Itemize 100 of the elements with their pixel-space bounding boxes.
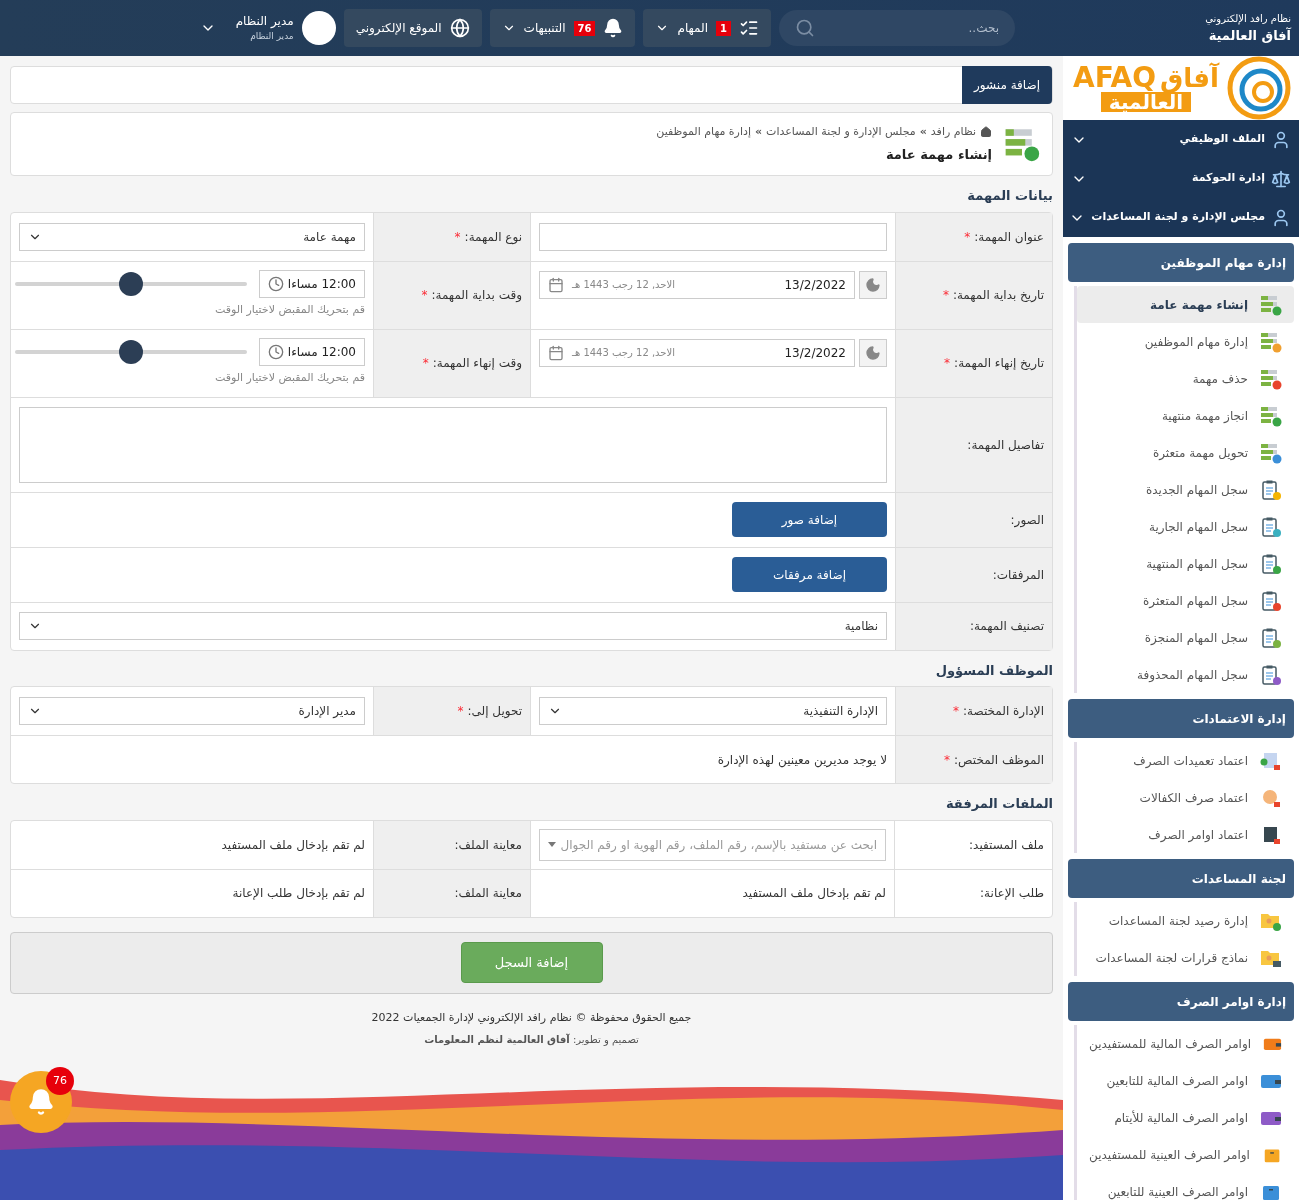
search-icon [795,18,815,38]
info-text: لم تقم بإدخال ملف المستفيد [742,885,886,902]
task-list-icon [1260,441,1282,464]
field-label: تحويل إلى: * [457,703,522,720]
breadcrumb-separator: » [754,124,763,140]
menu-item[interactable]: سجل المهام المنجزة [1077,619,1294,656]
menu-item[interactable]: اوامر الصرف العينية للمستفيدين [1077,1136,1294,1173]
clock-icon [268,343,284,360]
menu-group-header[interactable]: إدارة الاعتمادات [1068,699,1294,738]
bell-icon [603,18,624,38]
breadcrumb-link[interactable]: إدارة مهام الموظفين [656,124,751,141]
field-label: الصور: [1010,511,1044,529]
clipboard-icon [1260,663,1282,686]
moon-icon [865,344,881,361]
user-avatar[interactable] [301,11,336,45]
select-field[interactable]: الإدارة التنفيذية [539,697,887,725]
time-slider[interactable] [15,270,247,297]
menu-item[interactable]: اعتماد اوامر الصرف [1077,816,1294,853]
section-title: الموظف المسؤول [934,661,1053,680]
menu-group-header[interactable]: لجنة المساعدات [1068,859,1294,898]
calendar-icon [548,344,564,361]
home-icon [980,126,992,139]
menu-item[interactable]: اوامر الصرف المالية للتابعين [1077,1062,1294,1099]
field-label: معاينة الملف: [454,885,522,902]
hijri-toggle-button[interactable] [859,270,887,299]
select-field[interactable]: نظامية [19,612,887,640]
globe-icon [449,18,470,38]
menu-item[interactable]: تحويل مهمة متعثرة [1077,434,1294,471]
brand-subtitle: نظام رافد الإلكتروني [1205,11,1291,26]
field-label: تصنيف المهمة: [969,618,1044,635]
clock-icon [268,275,284,292]
time-field[interactable]: 12:00 مساءا [259,337,365,366]
logo-icon [1227,56,1291,120]
breadcrumb-separator: » [919,124,927,140]
task-list-icon [1004,126,1040,162]
clipboard-icon [1260,478,1282,501]
credit-text: تصميم و تطوير: آفاق العالمية لنظم المعلومات [424,1032,639,1047]
menu-item[interactable]: سجل المهام المنتهية [1077,545,1294,582]
menu-item[interactable]: إدارة رصيد لجنة المساعدات [1077,902,1294,939]
page-title: إنشاء مهمة عامة [884,145,992,164]
add-photos-button[interactable]: إضافة صور [732,502,887,537]
menu-item[interactable]: سجل المهام الجارية [1077,508,1294,545]
info-text: لا يوجد مديرين معينين لهذه الإدارة [717,751,887,769]
field-label: نوع المهمة: * [454,228,522,246]
slider-thumb[interactable] [119,339,143,364]
menu-item[interactable]: إنشاء مهمة عامة [1077,286,1294,323]
breadcrumb-link[interactable]: نظام رافد [930,124,976,141]
field-label: وقت بداية المهمة: * [421,287,522,304]
menu-group-header[interactable]: إدارة مهام الموظفين [1068,243,1294,282]
menu-item[interactable]: حذف مهمة [1077,360,1294,397]
add-attachments-button[interactable]: إضافة مرفقات [732,557,887,592]
menu-item[interactable]: سجل المهام المحذوفة [1077,656,1294,693]
copyright-text: جميع الحقوق محفوظة © نظام رافد الإلكتروني لإدارة الجمعيات 2022 [371,1009,692,1026]
menu-item[interactable]: اعتماد تعميدات الصرف [1077,742,1294,779]
website-button[interactable]: الموقع الإلكتروني [343,9,482,47]
task-list-icon [1260,404,1282,427]
info-text: لم تقم بإدخال ملف المستفيد [221,836,365,854]
menu-item[interactable]: الملف الوظيفي [1063,120,1299,159]
menu-item[interactable]: انجاز مهمة منتهية [1077,397,1294,434]
clipboard-icon [1260,552,1282,575]
dropdown-arrow-icon [548,842,556,847]
logo-text: AFAQ [1073,64,1157,92]
hint-text: قم بتحريك المقبض لاختيار الوقت [213,301,365,318]
hint-text: قم بتحريك المقبض لاختيار الوقت [213,369,365,386]
time-field[interactable]: 12:00 مساءا [259,269,365,298]
calendar-icon [548,276,564,293]
menu-item[interactable]: سجل المهام المتعثرة [1077,582,1294,619]
menu-group-header[interactable]: إدارة اوامر الصرف [1068,982,1294,1021]
menu-item[interactable]: إدارة الحوكمة [1063,159,1299,198]
field-label: معاينة الملف: [454,836,522,854]
menu-item[interactable]: اوامر الصرف العينية للتابعين [1077,1173,1294,1200]
menu-item[interactable]: إدارة مهام الموظفين [1077,323,1294,360]
menu-item[interactable]: اوامر الصرف المالية للأيتام [1077,1099,1294,1136]
select-field[interactable]: مدير الإدارة [19,697,365,725]
menu-item[interactable]: سجل المهام الجديدة [1077,471,1294,508]
hijri-toggle-button[interactable] [859,338,887,367]
search-field[interactable]: بحث.. [779,10,1015,46]
menu-item[interactable]: مجلس الإدارة و لجنة المساعدات [1063,198,1299,237]
field-label: تاريخ بداية المهمة: * [942,287,1044,304]
field-label: ملف المستفيد: [969,836,1044,854]
menu-item[interactable]: اعتماد صرف الكفالات [1077,779,1294,816]
field-label: الإدارة المختصة: * [953,703,1044,720]
clipboard-icon [1260,515,1282,538]
count-badge: 1 [716,20,731,36]
logo-text: العالمية [1100,92,1192,112]
menu-item[interactable]: نماذج قرارات لجنة المساعدات [1077,939,1294,976]
task-list-icon [1260,367,1282,390]
menu-item[interactable]: اوامر الصرف المالية للمستفيدين [1077,1025,1294,1062]
clipboard-icon [1260,589,1282,612]
select-field[interactable]: مهمة عامة [19,222,365,251]
add-post-button[interactable]: إضافة منشور [962,66,1052,104]
time-slider[interactable] [15,338,247,365]
moon-icon [865,276,881,293]
clipboard-icon [1260,626,1282,649]
user-name: مدير النظام [235,13,294,31]
field-label: عنوان المهمة: * [964,228,1044,246]
text-input[interactable] [539,222,887,251]
slider-thumb[interactable] [119,271,143,296]
task-list-icon [1260,330,1282,353]
breadcrumb-link[interactable]: مجلس الإدارة و لجنة المساعدات [766,124,916,141]
